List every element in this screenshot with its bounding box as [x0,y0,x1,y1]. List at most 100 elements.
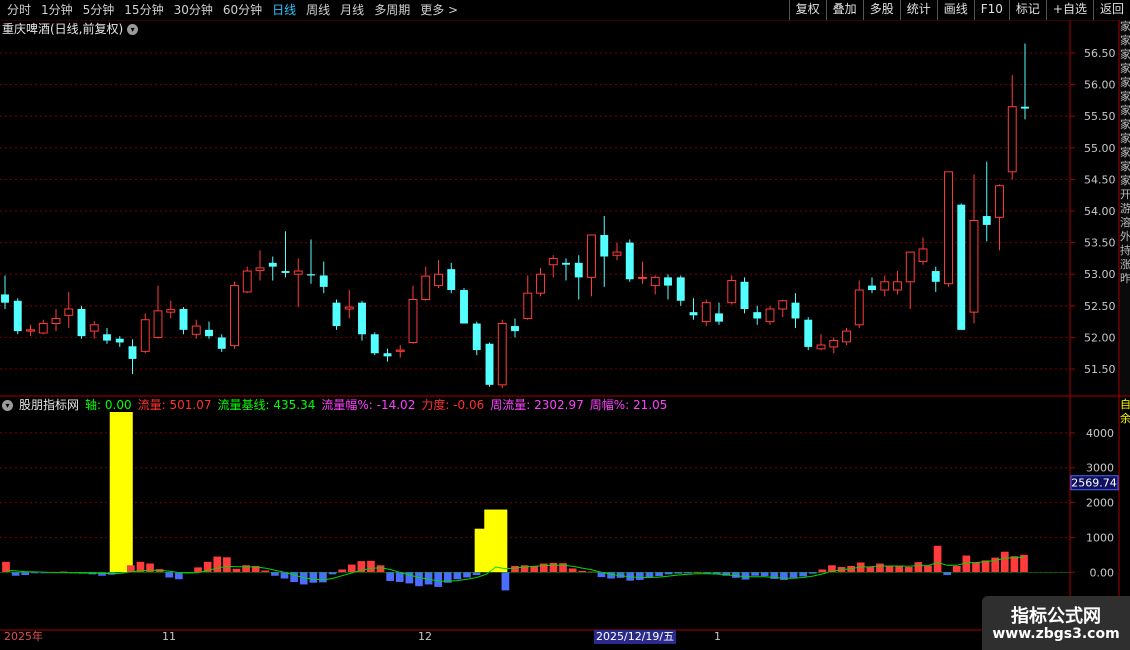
indicator-tick-label: 0.00 [1090,566,1115,579]
candle-body [38,323,48,334]
date-axis: 2025年 11 12 2025/12/19/五 1 [0,630,1070,644]
candle-body [64,308,74,316]
candle-body [905,251,915,283]
indicator-bar [924,565,932,573]
indicator-bar [943,572,952,576]
chart-canvas[interactable]: 56.50 56.00 55.50 55.00 54.50 54.00 53.50 53.00… [0,0,1130,650]
indicator-bar [386,572,394,581]
candle-body [191,325,201,335]
chevron-down-icon[interactable]: ▾ [127,23,139,35]
indicator-bar [972,562,980,573]
indicator-bar [309,572,318,583]
candle-body [255,267,265,271]
candle-body [638,276,647,279]
indicator-bar [539,563,548,573]
candle-body [587,234,596,278]
indicator-bar [319,572,327,583]
indicator-bar [146,563,154,573]
indicator-bar [11,572,20,576]
candle-body [115,338,124,343]
right-strip-text: 家家家家家家家家家家家家开游溶外持涨昨 [1120,20,1130,285]
indicator-bar [645,572,654,578]
indicator-name: 股朋指标网 [19,398,80,412]
candle-body [778,300,788,310]
indicator-item-strength: 力度: -0.06 [421,398,485,412]
candle-body [548,257,558,266]
candle-body [574,262,583,278]
candle-body [612,251,622,256]
indicator-bar [780,572,788,580]
indicator-bar [914,562,923,573]
candle-body [319,275,328,287]
candle-body [153,310,163,338]
candle-body [217,337,226,349]
chevron-down-icon[interactable]: ▾ [2,400,13,411]
candle-body [166,309,176,313]
indicator-bar [530,566,539,573]
indicator-bar [904,567,913,573]
indicator-bar [760,572,769,577]
candle-body [472,323,481,351]
candle-body [103,334,111,341]
indicator-bar [213,556,222,573]
indicator-bar [338,569,346,573]
price-tick-label: 54.50 [1084,173,1116,186]
candle-body [242,270,252,293]
price-tick-label: 53.50 [1084,237,1116,250]
indicator-bar [933,545,942,573]
candle-body [408,299,418,343]
candle-body [434,273,443,287]
indicator-bar [271,572,279,576]
indicator-bar [463,572,471,578]
indicator-bar [175,572,183,580]
candle-body [842,330,851,343]
indicator-bar [367,560,375,573]
candle-body [1021,106,1029,109]
indicator-bar [347,564,356,573]
indicator-item-baseline: 流量基线: 435.34 [217,398,316,412]
candle-body [931,271,940,282]
indicator-bar [885,565,894,573]
candle-body [727,280,737,304]
indicator-bar [165,572,174,578]
candle-body [753,312,762,319]
candle-body [715,313,723,322]
indicator-bar [328,572,337,575]
date-label: 2025年 [4,630,43,643]
price-tick-label: 52.50 [1084,300,1116,313]
candle-body [128,346,137,359]
price-tick-label: 55.50 [1084,110,1116,123]
indicator-bar [1010,556,1019,573]
candle-body [893,281,902,291]
indicator-bar [549,562,558,573]
candlestick-series [1,43,1029,388]
candle-body [344,306,354,310]
indicator-tick-label: 4000 [1086,427,1114,440]
indicator-bar [568,568,577,573]
candle-body [421,275,431,301]
current-value-label: 2569.74 [1071,477,1117,490]
candle-body [460,290,468,324]
indicator-item-weekly-flow: 周流量: 2302.97 [490,398,584,412]
candle-body [281,271,290,273]
candle-body [511,326,519,332]
indicator-axis: 4000 3000 2000 1000 0.00 2569.74 [1070,427,1119,579]
candle-body [1,294,9,303]
indicator-bar [895,565,903,573]
candle-body [995,185,1004,218]
indicator-bar [799,572,807,577]
indicator-bars [0,412,1070,591]
indicator-bar [664,572,673,575]
price-tick-label: 55.00 [1084,142,1116,155]
indicator-bar [818,569,827,573]
indicator-bar [636,572,644,580]
candle-body [293,270,303,275]
right-info-strip[interactable]: 家家家家家家家家家家家家开游溶外持涨昨 [1120,20,1130,395]
indicator-bar [484,509,508,573]
indicator-tick-label: 2000 [1086,497,1114,510]
indicator-bar [876,563,884,573]
indicator-bar [866,566,875,573]
indicator-bar [472,572,481,576]
candle-body [205,329,213,337]
indicator-bar [1000,551,1009,573]
